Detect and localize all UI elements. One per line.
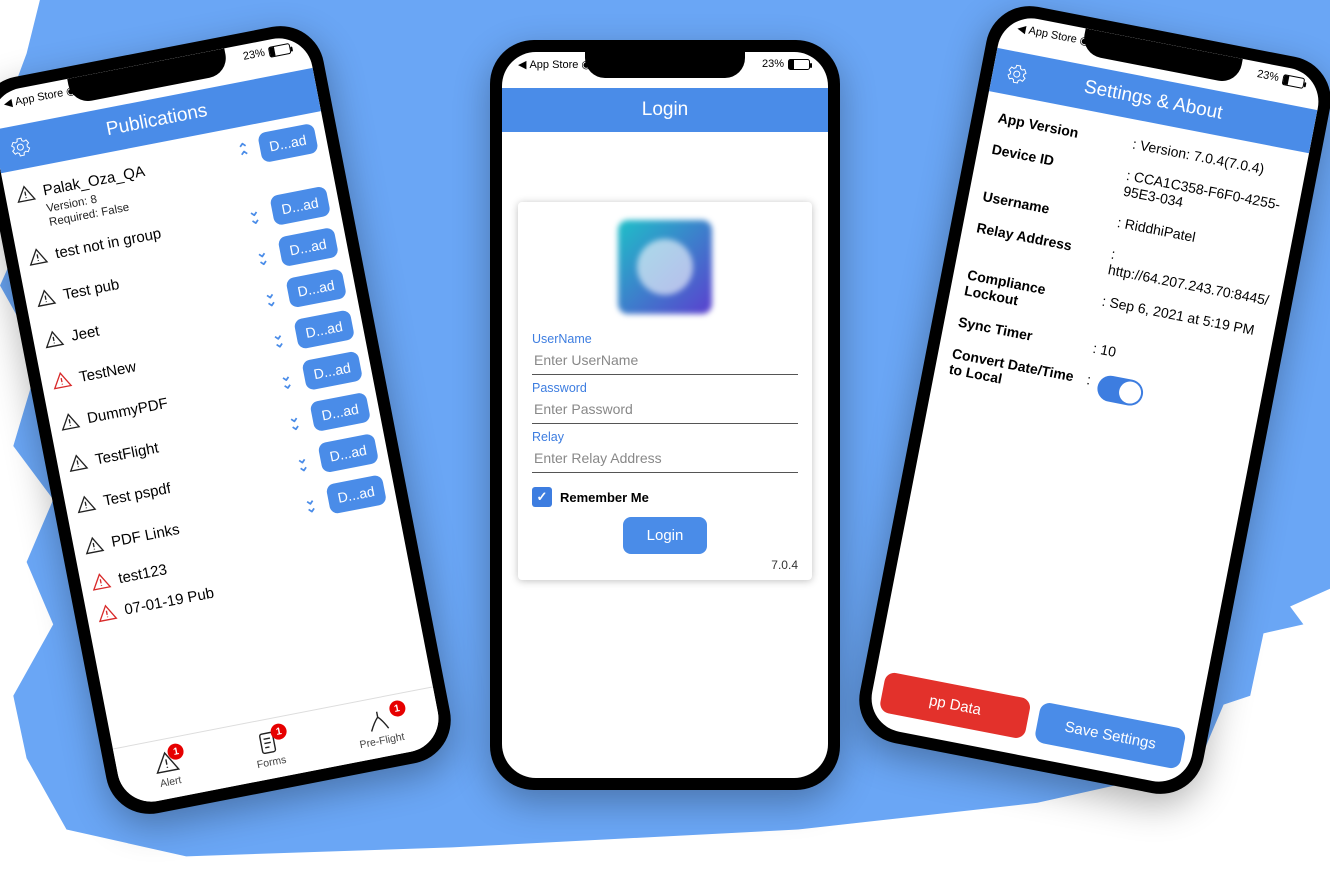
expand-icon[interactable]: ⌄⌄ xyxy=(251,246,274,266)
status-bar: 23% xyxy=(1256,68,1305,89)
tab-alert[interactable]: 1 Alert xyxy=(152,747,185,790)
collapse-icon[interactable]: ⌄⌄ xyxy=(233,141,256,161)
gear-icon[interactable] xyxy=(6,133,34,161)
warning-triangle-icon xyxy=(74,492,97,515)
tab-preflight[interactable]: 1 Pre-Flight xyxy=(353,704,405,751)
download-button[interactable]: D...ad xyxy=(301,351,363,391)
toggle-switch[interactable] xyxy=(1095,373,1145,407)
tab-forms[interactable]: 1 Forms xyxy=(251,727,288,771)
warning-triangle-icon xyxy=(95,601,118,624)
relay-input[interactable] xyxy=(532,444,798,473)
warning-triangle-icon xyxy=(66,451,89,474)
back-to-appstore[interactable]: ◀ App Store ◉ xyxy=(1016,22,1090,49)
download-button[interactable]: D...ad xyxy=(285,268,347,308)
expand-icon[interactable]: ⌄⌄ xyxy=(259,287,282,307)
download-button[interactable]: D...ad xyxy=(309,392,371,432)
back-to-appstore[interactable]: ◀ App Store ◉ xyxy=(518,58,591,71)
header-login: Login xyxy=(502,88,828,132)
warning-triangle-icon xyxy=(34,286,57,309)
page-title: Publications xyxy=(104,100,209,141)
remember-me-checkbox[interactable]: ✓ Remember Me xyxy=(532,487,798,507)
phone-login: ◀ App Store ◉ 23% Login UserName Passwor… xyxy=(490,40,840,790)
expand-icon[interactable]: ⌄⌄ xyxy=(243,205,266,225)
relay-label: Relay xyxy=(532,430,798,444)
warning-triangle-icon xyxy=(58,410,81,433)
warning-triangle-icon xyxy=(82,534,105,557)
download-button[interactable]: D...ad xyxy=(317,433,379,473)
download-button[interactable]: D...ad xyxy=(293,309,355,349)
expand-icon[interactable]: ⌄⌄ xyxy=(275,370,298,390)
download-button[interactable]: D...ad xyxy=(269,186,331,226)
username-label: UserName xyxy=(532,332,798,346)
back-to-appstore[interactable]: ◀ App Store ◉ xyxy=(3,84,77,111)
login-button[interactable]: Login xyxy=(623,517,708,554)
password-label: Password xyxy=(532,381,798,395)
delete-app-data-button[interactable]: pp Data xyxy=(879,671,1032,739)
status-bar: 23% xyxy=(242,42,291,63)
gear-icon[interactable] xyxy=(1003,60,1031,88)
expand-icon[interactable]: ⌄⌄ xyxy=(291,452,314,472)
status-bar: 23% xyxy=(762,58,810,70)
warning-triangle-icon xyxy=(14,182,37,205)
save-settings-button[interactable]: Save Settings xyxy=(1034,701,1187,769)
expand-icon[interactable]: ⌄⌄ xyxy=(267,328,290,348)
download-button[interactable]: D...ad xyxy=(325,474,387,514)
app-logo-icon xyxy=(618,220,712,314)
warning-triangle-icon xyxy=(26,245,49,268)
password-input[interactable] xyxy=(532,395,798,424)
download-button[interactable]: D...ad xyxy=(277,227,339,267)
login-card: UserName Password Relay ✓ Remember Me Lo… xyxy=(518,202,812,580)
username-input[interactable] xyxy=(532,346,798,375)
check-icon: ✓ xyxy=(532,487,552,507)
expand-icon[interactable]: ⌄⌄ xyxy=(299,493,322,513)
warning-triangle-icon xyxy=(50,369,73,392)
warning-triangle-icon xyxy=(89,570,112,593)
page-title: Login xyxy=(642,99,689,121)
warning-triangle-icon xyxy=(42,328,65,351)
version-label: 7.0.4 xyxy=(532,558,798,572)
expand-icon[interactable]: ⌄⌄ xyxy=(283,411,306,431)
